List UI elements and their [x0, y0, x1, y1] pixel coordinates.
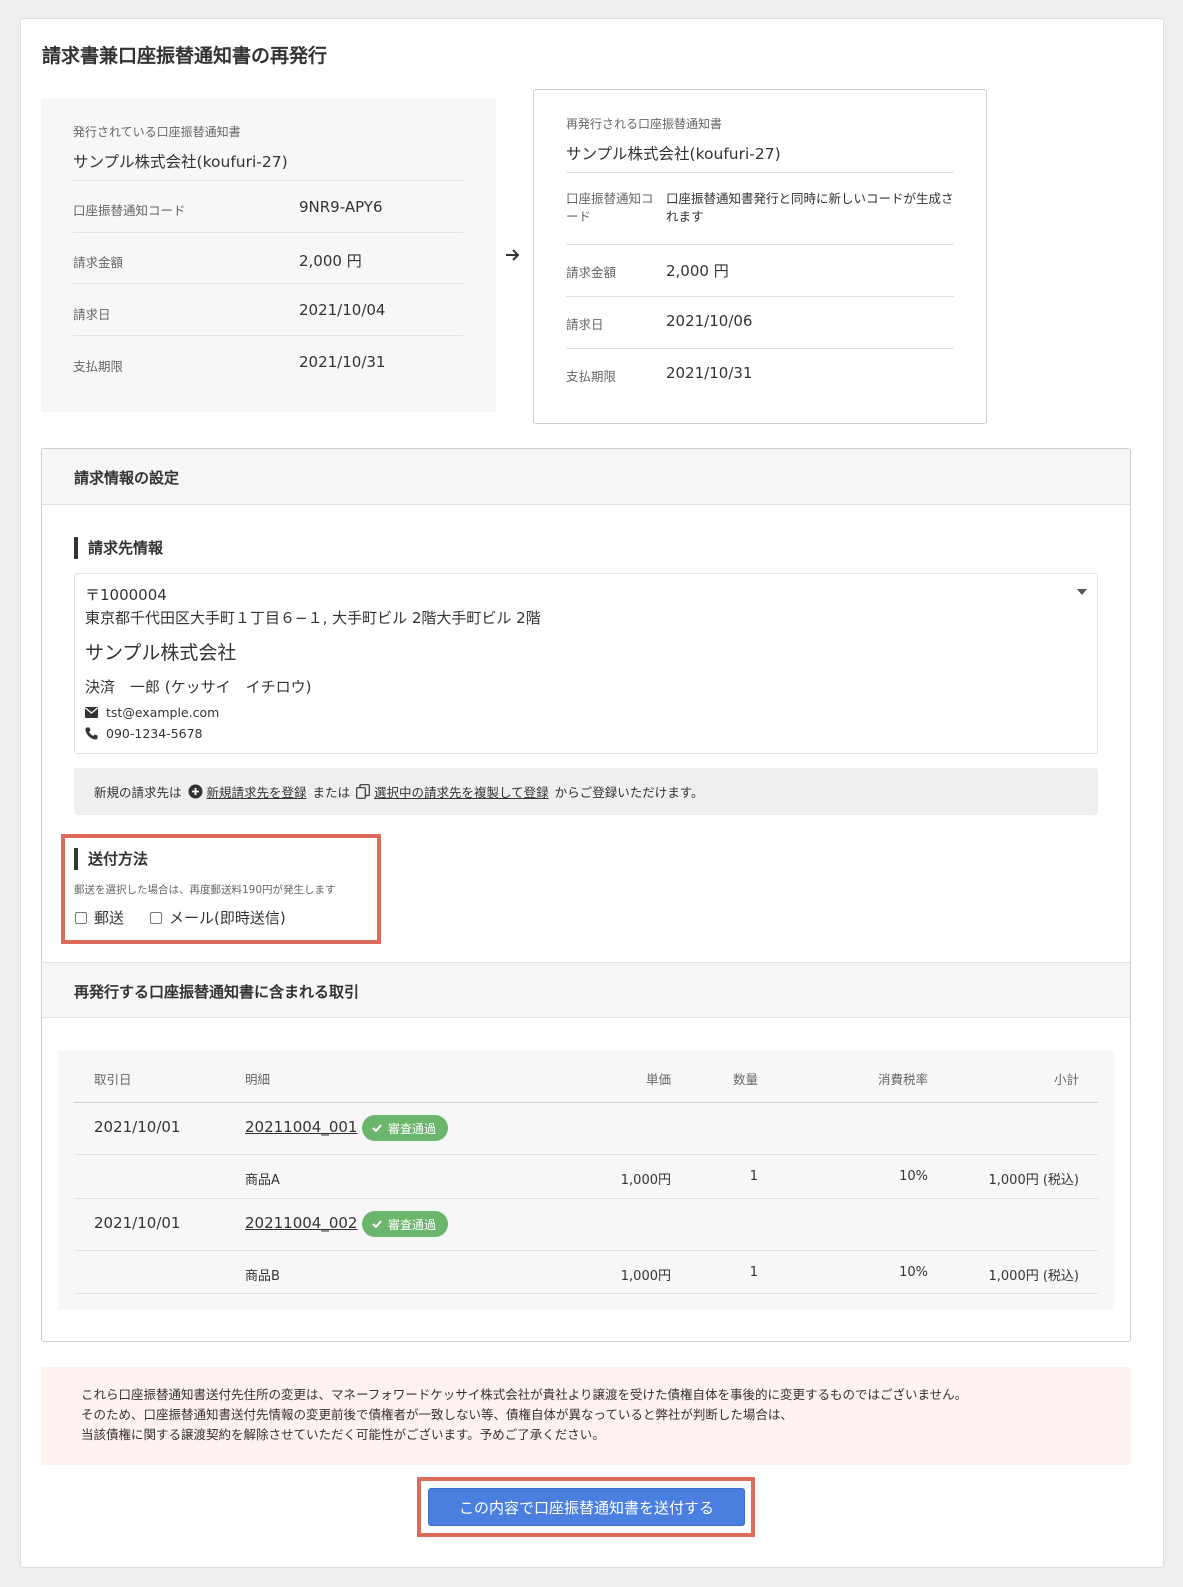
reissue-card: 請求書兼口座振替通知書の再発行 発行されている口座振替通知書 サンプル株式会社(… [20, 18, 1164, 1568]
item-price: 1,000円 [620, 1173, 671, 1188]
item-tax: 10% [899, 1265, 928, 1280]
col-price: 単価 [645, 1072, 671, 1087]
mail-icon [85, 707, 98, 718]
check-icon [372, 1124, 382, 1132]
delivery-note: 郵送を選択した場合は、再度郵送料190円が発生します [74, 884, 336, 896]
settings-header: 請求情報の設定 [42, 449, 1130, 505]
delivery-heading: 送付方法 [74, 848, 148, 870]
reissued-due-value: 2021/10/31 [666, 364, 753, 382]
reissued-amount-key: 請求金額 [566, 265, 617, 280]
col-qty: 数量 [732, 1072, 758, 1087]
plus-circle-icon [188, 784, 203, 799]
reissued-due-key: 支払期限 [566, 369, 617, 384]
notice-middle: または [312, 785, 351, 800]
current-date-key: 請求日 [73, 307, 111, 322]
item-subtotal: 1,000円 (税込) [988, 1269, 1080, 1284]
current-code-value: 9NR9-APY6 [299, 198, 383, 216]
transactions-header: 再発行する口座振替通知書に含まれる取引 [42, 962, 1130, 1018]
submit-highlight: この内容で口座振替通知書を送付する [417, 1477, 755, 1537]
reissued-date-key: 請求日 [566, 317, 604, 332]
status-badge: 審査通過 [362, 1115, 449, 1141]
current-date-value: 2021/10/04 [299, 301, 386, 319]
col-detail: 明細 [245, 1072, 271, 1087]
submit-button[interactable]: この内容で口座振替通知書を送付する [428, 1488, 745, 1526]
reissued-code-value: 口座振替通知書発行と同時に新しいコードが生成されます [666, 191, 954, 224]
item-name: 商品B [245, 1269, 280, 1284]
delivery-option-post[interactable]: 郵送 [75, 907, 124, 928]
billing-heading: 請求先情報 [74, 537, 163, 559]
reissued-date-value: 2021/10/06 [666, 312, 753, 330]
delivery-option-email[interactable]: メール(即時送信) [150, 907, 286, 928]
current-amount-key: 請求金額 [73, 255, 124, 270]
current-due-key: 支払期限 [73, 359, 124, 374]
billing-email: tst@example.com [106, 705, 220, 720]
reissued-company: サンプル株式会社(koufuri-27) [566, 145, 781, 163]
settings-panel: 請求情報の設定 請求先情報 〒1000004 東京都千代田区大手町１丁目６−１,… [41, 448, 1131, 1342]
billing-phone: 090-1234-5678 [106, 726, 203, 741]
transaction-date: 2021/10/01 [94, 1118, 181, 1136]
email-checkbox[interactable] [150, 911, 162, 924]
reissued-amount-value: 2,000 円 [666, 262, 729, 280]
transaction-date: 2021/10/01 [94, 1214, 181, 1232]
item-qty: 1 [749, 1265, 758, 1280]
transaction-link[interactable]: 20211004_002 [245, 1214, 357, 1232]
billing-address: 東京都千代田区大手町１丁目６−１, 大手町ビル 2階大手町ビル 2階 [85, 609, 541, 627]
register-new-billing-link[interactable]: 新規請求先を登録 [207, 782, 307, 801]
settings-title: 請求情報の設定 [74, 469, 180, 487]
col-tax: 消費税率 [877, 1072, 928, 1087]
new-billing-notice: 新規の請求先は 新規請求先を登録 または 選択中の請求先を複製して登録 からご登… [74, 768, 1098, 815]
reissued-code-key: 口座振替通知コード [566, 191, 654, 224]
phone-icon [85, 727, 98, 740]
status-badge-label: 審査通過 [388, 1121, 437, 1136]
item-qty: 1 [749, 1169, 758, 1184]
notice-suffix: からご登録いただけます。 [554, 785, 704, 800]
page-title: 請求書兼口座振替通知書の再発行 [42, 45, 328, 67]
warning-box: これら口座振替通知書送付先住所の変更は、マネーフォワードケッサイ株式会社が貴社よ… [41, 1367, 1131, 1465]
transaction-link[interactable]: 20211004_001 [245, 1118, 357, 1136]
post-checkbox[interactable] [75, 911, 87, 924]
current-amount-value: 2,000 円 [299, 252, 362, 270]
billing-select[interactable]: 〒1000004 東京都千代田区大手町１丁目６−１, 大手町ビル 2階大手町ビル… [74, 573, 1098, 754]
current-company: サンプル株式会社(koufuri-27) [73, 153, 288, 171]
current-code-key: 口座振替通知コード [73, 203, 186, 218]
notice-prefix: 新規の請求先は [94, 785, 182, 800]
check-icon [372, 1220, 382, 1228]
billing-company: サンプル株式会社 [85, 642, 237, 664]
post-label: 郵送 [94, 909, 125, 927]
reissued-notice-box: 再発行される口座振替通知書 サンプル株式会社(koufuri-27) 口座振替通… [533, 89, 987, 424]
chevron-down-icon[interactable] [1077, 589, 1087, 595]
copy-icon [356, 784, 370, 799]
current-due-value: 2021/10/31 [299, 353, 386, 371]
item-name: 商品A [245, 1173, 280, 1188]
col-subtotal: 小計 [1053, 1072, 1079, 1087]
reissued-notice-label: 再発行される口座振替通知書 [566, 117, 723, 131]
billing-person: 決済 一郎 (ケッサイ イチロウ) [85, 678, 312, 696]
email-option-label: メール(即時送信) [169, 909, 286, 927]
arrow-right-icon [506, 249, 520, 261]
current-notice-box: 発行されている口座振替通知書 サンプル株式会社(koufuri-27) 口座振替… [41, 99, 496, 412]
warning-line: そのため、口座振替通知書送付先情報の変更前後で債権者が一致しない等、債権自体が異… [81, 1407, 793, 1422]
status-badge-label: 審査通過 [388, 1217, 437, 1232]
status-badge: 審査通過 [362, 1211, 449, 1237]
col-date: 取引日 [94, 1072, 132, 1087]
item-tax: 10% [899, 1169, 928, 1184]
transactions-title: 再発行する口座振替通知書に含まれる取引 [74, 983, 360, 1001]
delivery-method-highlight: 送付方法 郵送を選択した場合は、再度郵送料190円が発生します 郵送 メール(即… [61, 834, 381, 944]
billing-postal: 〒1000004 [85, 586, 167, 604]
item-price: 1,000円 [620, 1269, 671, 1284]
current-notice-label: 発行されている口座振替通知書 [73, 125, 241, 139]
warning-line: これら口座振替通知書送付先住所の変更は、マネーフォワードケッサイ株式会社が貴社よ… [81, 1387, 968, 1402]
warning-line: 当該債権に関する譲渡契約を解除させていただく可能性がございます。予めご了承くださ… [81, 1427, 605, 1442]
item-subtotal: 1,000円 (税込) [988, 1173, 1080, 1188]
duplicate-billing-link[interactable]: 選択中の請求先を複製して登録 [374, 782, 549, 801]
transactions-table: 取引日 明細 単価 数量 消費税率 小計 2021/10/01 20211004… [58, 1051, 1114, 1310]
